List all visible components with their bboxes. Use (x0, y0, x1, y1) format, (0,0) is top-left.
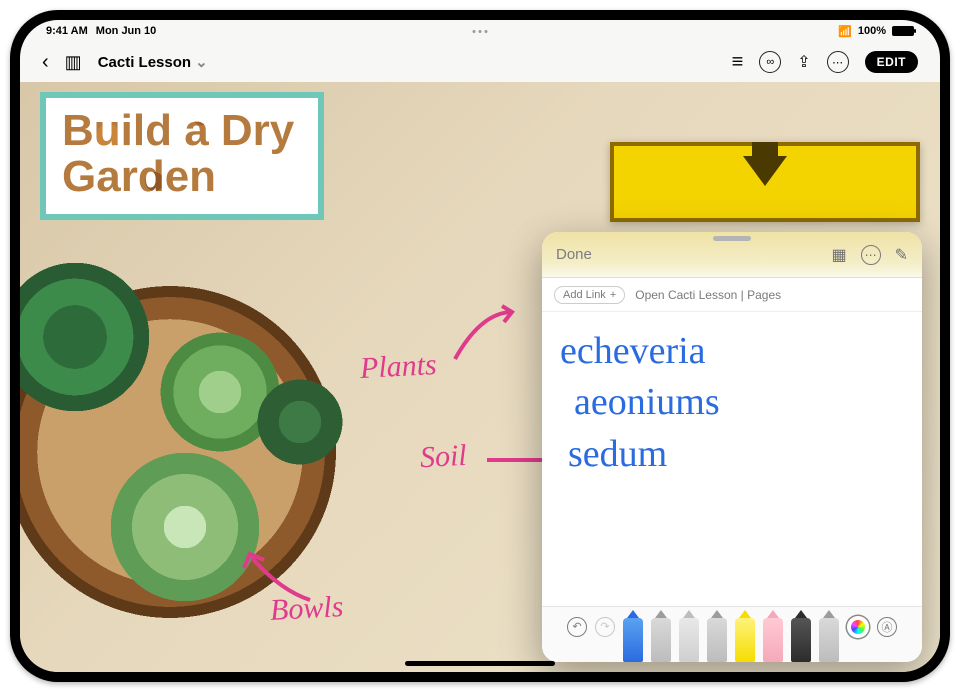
status-date: Mon Jun 10 (96, 25, 157, 37)
edit-button[interactable]: EDIT (865, 51, 918, 73)
home-indicator[interactable] (405, 661, 555, 666)
eraser-tool[interactable] (763, 618, 783, 662)
open-source-link[interactable]: Open Cacti Lesson | Pages (635, 288, 781, 302)
note-link-bar: Add Link + Open Cacti Lesson | Pages (542, 278, 922, 312)
annotation-soil: Soil (419, 439, 467, 475)
annotation-plants: Plants (359, 348, 437, 386)
collaborate-button[interactable]: ∞ (759, 51, 781, 73)
succulent-image (20, 262, 150, 412)
chevron-down-icon: ⌄ (195, 53, 208, 71)
arrow-down-head-icon (743, 156, 787, 186)
arrow-icon (240, 550, 320, 610)
status-time: 9:41 AM (46, 25, 88, 37)
document-title-dropdown[interactable]: Cacti Lesson ⌄ (98, 53, 208, 71)
redo-button[interactable]: ↷ (595, 617, 615, 637)
note-canvas[interactable]: echeveria aeoniums sedum (542, 312, 922, 606)
document-heading: Build a Dry Garden (62, 108, 294, 200)
battery-pct: 100% (858, 25, 886, 37)
highlighter-tool[interactable] (735, 618, 755, 662)
done-button[interactable]: Done (556, 246, 592, 263)
ipad-device-frame: 9:41 AM Mon Jun 10 📶 100% ‹ ▥ Cacti Less… (10, 10, 950, 682)
handwriting-mode-button[interactable]: Ⓐ (877, 617, 897, 637)
screen: 9:41 AM Mon Jun 10 📶 100% ‹ ▥ Cacti Less… (20, 20, 940, 672)
ruler-tool[interactable] (819, 618, 839, 662)
title-card: Build a Dry Garden (40, 92, 324, 220)
pen-tool[interactable] (623, 618, 643, 662)
handwriting-line: aeoniums (560, 377, 904, 428)
arrow-icon (450, 304, 520, 364)
handwriting-line: sedum (560, 429, 904, 480)
drag-handle[interactable] (713, 236, 751, 241)
battery-icon (892, 26, 914, 36)
crayon-tool[interactable] (707, 618, 727, 662)
color-picker[interactable] (847, 616, 869, 638)
more-button[interactable]: ⋯ (827, 51, 849, 73)
succulent-image (110, 452, 260, 602)
gallery-button[interactable]: ▦ (831, 245, 846, 265)
undo-button[interactable]: ↶ (567, 617, 587, 637)
document-canvas[interactable]: Build a Dry Garden Plants Soil Bowls (20, 82, 940, 672)
status-bar: 9:41 AM Mon Jun 10 📶 100% (20, 20, 940, 42)
compose-button[interactable]: ✎ (895, 245, 908, 265)
sidebar-toggle[interactable]: ▥ (65, 52, 82, 73)
succulent-image (250, 372, 350, 472)
app-toolbar: ‹ ▥ Cacti Lesson ⌄ ≡ ∞ ⇪ ⋯ EDIT (20, 42, 940, 82)
back-button[interactable]: ‹ (42, 51, 49, 74)
doc-title: Cacti Lesson (98, 54, 191, 71)
lasso-tool[interactable] (791, 618, 811, 662)
handwriting-line: echeveria (560, 326, 904, 377)
yellow-callout-box (610, 142, 920, 222)
markup-toolbar: ↶ ↷ Ⓐ (542, 606, 922, 662)
note-more-button[interactable]: ⋯ (861, 245, 881, 265)
marker-tool[interactable] (651, 618, 671, 662)
wifi-icon: 📶 (838, 25, 852, 38)
quick-note-panel: Done ▦ ⋯ ✎ Add Link + Open Cacti Lesson … (542, 232, 922, 662)
add-link-button[interactable]: Add Link + (554, 286, 625, 304)
outline-button[interactable]: ≡ (732, 51, 744, 74)
plus-icon: + (610, 289, 616, 301)
multitask-dots[interactable] (473, 30, 488, 33)
pencil-tool[interactable] (679, 618, 699, 662)
share-button[interactable]: ⇪ (797, 52, 810, 72)
